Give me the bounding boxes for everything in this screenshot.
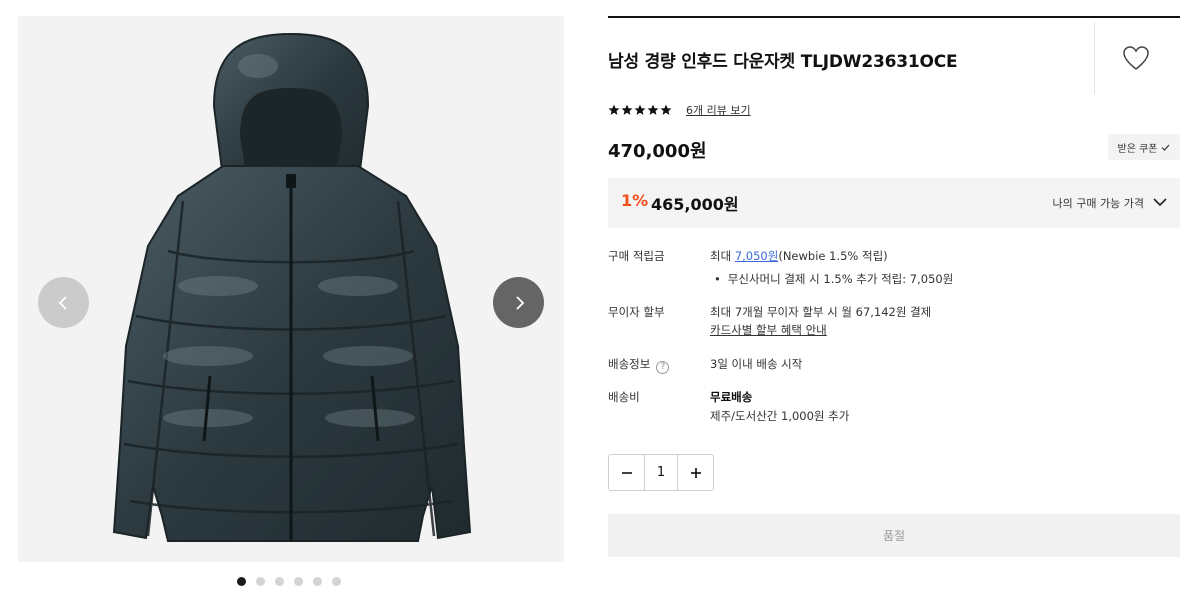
coupon-button-label: 받은 쿠폰: [1117, 143, 1158, 155]
points-suffix: (Newbie 1.5% 적립): [778, 249, 888, 263]
points-amount[interactable]: 7,050원: [735, 249, 779, 263]
quantity-value[interactable]: 1: [644, 455, 678, 490]
star-icon: [634, 104, 646, 115]
shipping-info-value: 3일 이내 배송 시작: [710, 357, 803, 371]
coupon-button[interactable]: 받은 쿠폰: [1108, 134, 1180, 160]
my-price-box[interactable]: 1% 465,000원 나의 구매 가능 가격: [608, 178, 1180, 228]
shipping-info-label-text: 배송정보: [608, 357, 651, 371]
points-bullet: 무신사머니 결제 시 1.5% 추가 적립: 7,050원: [714, 271, 954, 287]
shipping-fee-value: 무료배송: [710, 390, 753, 404]
product-image-gallery[interactable]: [18, 16, 564, 562]
installment-label: 무이자 할부: [608, 305, 665, 319]
gallery-dot[interactable]: [256, 577, 265, 586]
quantity-decrease-button[interactable]: [609, 455, 644, 490]
star-icon: [621, 104, 633, 115]
review-link[interactable]: 6개 리뷰 보기: [686, 102, 751, 118]
divider: [1094, 22, 1095, 94]
gallery-dot[interactable]: [237, 577, 246, 586]
rating: 6개 리뷰 보기: [608, 102, 751, 118]
shipping-fee-label: 배송비: [608, 390, 640, 404]
points-value: 최대 7,050원(Newbie 1.5% 적립): [710, 248, 888, 264]
my-price-label: 나의 구매 가능 가격: [1052, 197, 1144, 210]
rating-stars: [608, 104, 672, 116]
product-price: 470,000원: [608, 141, 707, 162]
gallery-dot[interactable]: [294, 577, 303, 586]
points-label: 구매 적립금: [608, 249, 665, 263]
quantity-increase-button[interactable]: [678, 455, 713, 490]
chevron-down-icon[interactable]: [1152, 194, 1168, 210]
plus-icon: [690, 467, 701, 478]
gallery-prev-button[interactable]: [38, 277, 89, 328]
star-icon: [647, 104, 659, 115]
star-icon: [660, 104, 672, 115]
gallery-next-button[interactable]: [493, 277, 544, 328]
gallery-dot[interactable]: [313, 577, 322, 586]
gallery-pagination: [237, 577, 341, 586]
points-prefix: 최대: [710, 249, 735, 263]
product-image: [112, 32, 472, 542]
quantity-stepper: 1: [608, 454, 714, 491]
chevron-right-icon: [515, 295, 524, 310]
gallery-dot[interactable]: [332, 577, 341, 586]
minus-icon: [621, 471, 632, 474]
shipping-info-label: 배송정보?: [608, 356, 670, 374]
gallery-dot[interactable]: [275, 577, 284, 586]
help-icon[interactable]: ?: [656, 361, 670, 374]
product-title: 남성 경량 인후드 다운자켓 TLJDW23631OCE: [608, 52, 958, 72]
discount-price: 465,000원: [651, 195, 739, 214]
soldout-button[interactable]: 품절: [608, 514, 1180, 557]
discount-rate: 1%: [621, 191, 649, 210]
chevron-left-icon: [58, 295, 67, 310]
check-icon: [1162, 144, 1170, 151]
installment-link[interactable]: 카드사별 할부 혜택 안내: [710, 322, 827, 338]
installment-value: 최대 7개월 무이자 할부 시 월 67,142원 결제: [710, 305, 932, 319]
star-icon: [608, 104, 620, 115]
heart-icon[interactable]: [1121, 44, 1151, 72]
title-row: 남성 경량 인후드 다운자켓 TLJDW23631OCE: [608, 18, 1180, 94]
shipping-fee-note: 제주/도서산간 1,000원 추가: [710, 409, 850, 423]
